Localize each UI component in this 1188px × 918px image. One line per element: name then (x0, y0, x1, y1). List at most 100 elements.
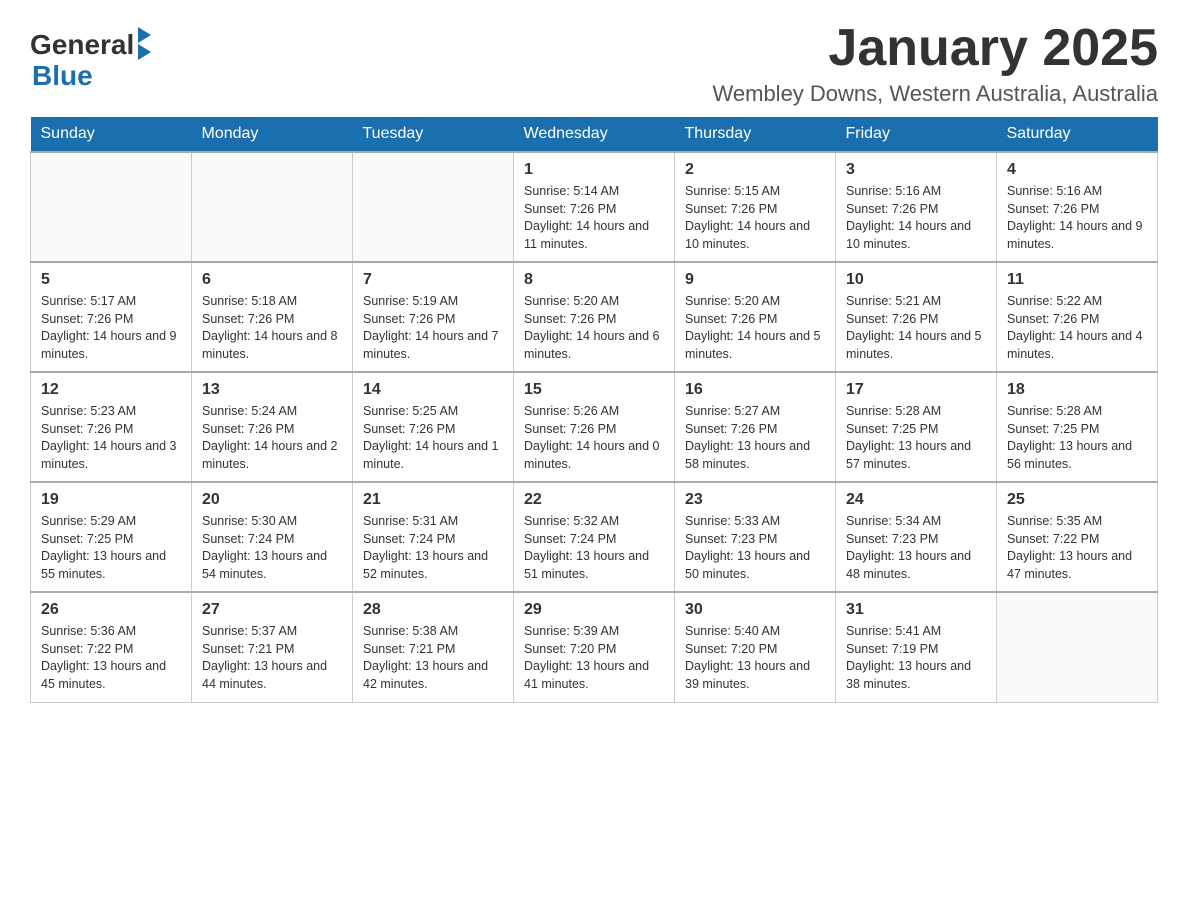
day-cell: 15 Sunrise: 5:26 AMSunset: 7:26 PMDayligh… (514, 372, 675, 482)
day-info: Sunrise: 5:22 AMSunset: 7:26 PMDaylight:… (1007, 293, 1147, 363)
calendar-body: 1 Sunrise: 5:14 AMSunset: 7:26 PMDaylight… (31, 152, 1158, 702)
day-number: 21 (363, 491, 503, 509)
day-info: Sunrise: 5:31 AMSunset: 7:24 PMDaylight:… (363, 513, 503, 583)
day-cell (997, 592, 1158, 702)
calendar-header: SundayMondayTuesdayWednesdayThursdayFrid… (31, 117, 1158, 152)
day-number: 22 (524, 491, 664, 509)
day-number: 29 (524, 601, 664, 619)
day-info: Sunrise: 5:35 AMSunset: 7:22 PMDaylight:… (1007, 513, 1147, 583)
day-info: Sunrise: 5:15 AMSunset: 7:26 PMDaylight:… (685, 183, 825, 253)
day-number: 11 (1007, 271, 1147, 289)
header-cell-wednesday: Wednesday (514, 117, 675, 152)
day-info: Sunrise: 5:16 AMSunset: 7:26 PMDaylight:… (1007, 183, 1147, 253)
day-info: Sunrise: 5:27 AMSunset: 7:26 PMDaylight:… (685, 403, 825, 473)
day-cell: 7 Sunrise: 5:19 AMSunset: 7:26 PMDaylight… (353, 262, 514, 372)
day-info: Sunrise: 5:36 AMSunset: 7:22 PMDaylight:… (41, 623, 181, 693)
day-cell: 2Sunrise: 5:15 AMSunset: 7:26 PMDaylight… (675, 152, 836, 262)
day-cell (192, 152, 353, 262)
page-header: General Blue January 2025 Wembley Downs,… (30, 20, 1158, 107)
week-row-1: 1 Sunrise: 5:14 AMSunset: 7:26 PMDaylight… (31, 152, 1158, 262)
day-number: 23 (685, 491, 825, 509)
calendar-table: SundayMondayTuesdayWednesdayThursdayFrid… (30, 117, 1158, 703)
day-cell: 22Sunrise: 5:32 AMSunset: 7:24 PMDayligh… (514, 482, 675, 592)
day-cell: 29 Sunrise: 5:39 AMSunset: 7:20 PMDayligh… (514, 592, 675, 702)
day-number: 15 (524, 381, 664, 399)
day-cell (31, 152, 192, 262)
day-cell: 24 Sunrise: 5:34 AMSunset: 7:23 PMDayligh… (836, 482, 997, 592)
day-number: 4 (1007, 161, 1147, 179)
day-cell: 14Sunrise: 5:25 AMSunset: 7:26 PMDayligh… (353, 372, 514, 482)
day-info: Sunrise: 5:28 AMSunset: 7:25 PMDaylight:… (1007, 403, 1147, 473)
day-info: Sunrise: 5:21 AMSunset: 7:26 PMDaylight:… (846, 293, 986, 363)
day-cell: 10 Sunrise: 5:21 AMSunset: 7:26 PMDayligh… (836, 262, 997, 372)
logo-blue-text: Blue (32, 61, 93, 92)
day-info: Sunrise: 5:20 AMSunset: 7:26 PMDaylight:… (524, 293, 664, 363)
day-number: 28 (363, 601, 503, 619)
day-number: 19 (41, 491, 181, 509)
location-title: Wembley Downs, Western Australia, Austra… (713, 81, 1158, 107)
day-info: Sunrise: 5:17 AMSunset: 7:26 PMDaylight:… (41, 293, 181, 363)
day-info: Sunrise: 5:20 AMSunset: 7:26 PMDaylight:… (685, 293, 825, 363)
day-info: Sunrise: 5:33 AMSunset: 7:23 PMDaylight:… (685, 513, 825, 583)
day-cell: 18 Sunrise: 5:28 AMSunset: 7:25 PMDayligh… (997, 372, 1158, 482)
day-number: 5 (41, 271, 181, 289)
day-cell: 30 Sunrise: 5:40 AMSunset: 7:20 PMDayligh… (675, 592, 836, 702)
day-info: Sunrise: 5:23 AMSunset: 7:26 PMDaylight:… (41, 403, 181, 473)
day-number: 13 (202, 381, 342, 399)
day-number: 25 (1007, 491, 1147, 509)
day-info: Sunrise: 5:41 AMSunset: 7:19 PMDaylight:… (846, 623, 986, 693)
day-number: 10 (846, 271, 986, 289)
header-cell-thursday: Thursday (675, 117, 836, 152)
day-number: 1 (524, 161, 664, 179)
day-cell: 9 Sunrise: 5:20 AMSunset: 7:26 PMDaylight… (675, 262, 836, 372)
day-number: 14 (363, 381, 503, 399)
day-cell: 19Sunrise: 5:29 AMSunset: 7:25 PMDayligh… (31, 482, 192, 592)
day-cell: 13 Sunrise: 5:24 AMSunset: 7:26 PMDayligh… (192, 372, 353, 482)
day-info: Sunrise: 5:40 AMSunset: 7:20 PMDaylight:… (685, 623, 825, 693)
header-cell-saturday: Saturday (997, 117, 1158, 152)
day-number: 30 (685, 601, 825, 619)
day-cell: 23 Sunrise: 5:33 AMSunset: 7:23 PMDayligh… (675, 482, 836, 592)
header-cell-monday: Monday (192, 117, 353, 152)
header-cell-tuesday: Tuesday (353, 117, 514, 152)
day-cell: 25 Sunrise: 5:35 AMSunset: 7:22 PMDayligh… (997, 482, 1158, 592)
day-cell: 17 Sunrise: 5:28 AMSunset: 7:25 PMDayligh… (836, 372, 997, 482)
day-number: 3 (846, 161, 986, 179)
day-info: Sunrise: 5:19 AMSunset: 7:26 PMDaylight:… (363, 293, 503, 363)
logo-general-text: General (30, 30, 134, 61)
day-number: 9 (685, 271, 825, 289)
day-cell: 26Sunrise: 5:36 AMSunset: 7:22 PMDayligh… (31, 592, 192, 702)
day-cell: 31 Sunrise: 5:41 AMSunset: 7:19 PMDayligh… (836, 592, 997, 702)
day-number: 31 (846, 601, 986, 619)
logo-icon: General Blue (30, 30, 151, 92)
day-info: Sunrise: 5:14 AMSunset: 7:26 PMDaylight:… (524, 183, 664, 253)
week-row-2: 5 Sunrise: 5:17 AMSunset: 7:26 PMDaylight… (31, 262, 1158, 372)
day-number: 20 (202, 491, 342, 509)
day-cell: 28Sunrise: 5:38 AMSunset: 7:21 PMDayligh… (353, 592, 514, 702)
day-cell: 1 Sunrise: 5:14 AMSunset: 7:26 PMDaylight… (514, 152, 675, 262)
day-number: 8 (524, 271, 664, 289)
day-number: 18 (1007, 381, 1147, 399)
day-cell: 12 Sunrise: 5:23 AMSunset: 7:26 PMDayligh… (31, 372, 192, 482)
day-cell: 3 Sunrise: 5:16 AMSunset: 7:26 PMDaylight… (836, 152, 997, 262)
day-cell (353, 152, 514, 262)
day-info: Sunrise: 5:34 AMSunset: 7:23 PMDaylight:… (846, 513, 986, 583)
day-number: 16 (685, 381, 825, 399)
day-cell: 5 Sunrise: 5:17 AMSunset: 7:26 PMDaylight… (31, 262, 192, 372)
day-info: Sunrise: 5:30 AMSunset: 7:24 PMDaylight:… (202, 513, 342, 583)
day-cell: 16 Sunrise: 5:27 AMSunset: 7:26 PMDayligh… (675, 372, 836, 482)
day-number: 17 (846, 381, 986, 399)
day-info: Sunrise: 5:39 AMSunset: 7:20 PMDaylight:… (524, 623, 664, 693)
week-row-4: 19Sunrise: 5:29 AMSunset: 7:25 PMDayligh… (31, 482, 1158, 592)
day-info: Sunrise: 5:16 AMSunset: 7:26 PMDaylight:… (846, 183, 986, 253)
day-number: 12 (41, 381, 181, 399)
day-number: 27 (202, 601, 342, 619)
day-info: Sunrise: 5:18 AMSunset: 7:26 PMDaylight:… (202, 293, 342, 363)
day-info: Sunrise: 5:26 AMSunset: 7:26 PMDaylight:… (524, 403, 664, 473)
day-number: 7 (363, 271, 503, 289)
day-info: Sunrise: 5:28 AMSunset: 7:25 PMDaylight:… (846, 403, 986, 473)
day-info: Sunrise: 5:24 AMSunset: 7:26 PMDaylight:… (202, 403, 342, 473)
day-info: Sunrise: 5:37 AMSunset: 7:21 PMDaylight:… (202, 623, 342, 693)
day-cell: 11 Sunrise: 5:22 AMSunset: 7:26 PMDayligh… (997, 262, 1158, 372)
day-number: 24 (846, 491, 986, 509)
